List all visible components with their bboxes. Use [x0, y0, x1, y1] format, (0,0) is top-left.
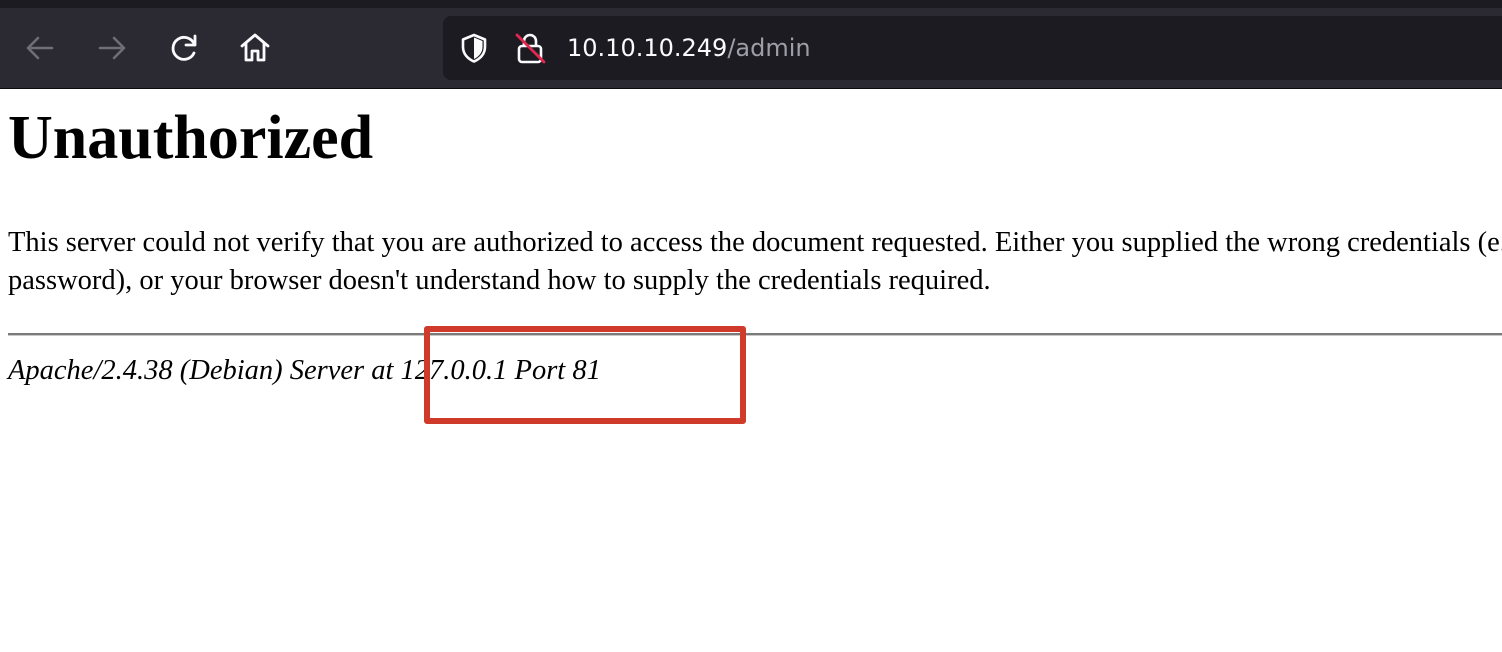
arrow-left-icon	[26, 36, 54, 60]
page-title: Unauthorized	[8, 104, 374, 172]
address-bar[interactable]: 10.10.10.249/admin	[443, 16, 1502, 80]
back-button[interactable]	[20, 28, 60, 68]
annotation-highlight-box	[424, 326, 746, 424]
divider	[8, 333, 1502, 336]
url-text[interactable]: 10.10.10.249/admin	[567, 16, 811, 80]
reload-button[interactable]	[164, 28, 204, 68]
url-host: 10.10.10.249	[567, 34, 728, 62]
reload-icon	[171, 34, 197, 61]
url-path: /admin	[727, 34, 811, 62]
tab-strip-edge	[0, 0, 1502, 8]
page-content: Unauthorized This server could not verif…	[0, 90, 1502, 652]
browser-toolbar: 10.10.10.249/admin	[0, 0, 1502, 89]
insecure-lock-icon[interactable]	[513, 31, 547, 65]
arrow-right-icon	[98, 36, 126, 60]
forward-button[interactable]	[92, 28, 132, 68]
error-message: This server could not verify that you ar…	[8, 227, 1502, 296]
home-icon	[240, 33, 270, 62]
home-button[interactable]	[235, 28, 275, 68]
shield-icon[interactable]	[458, 32, 490, 64]
